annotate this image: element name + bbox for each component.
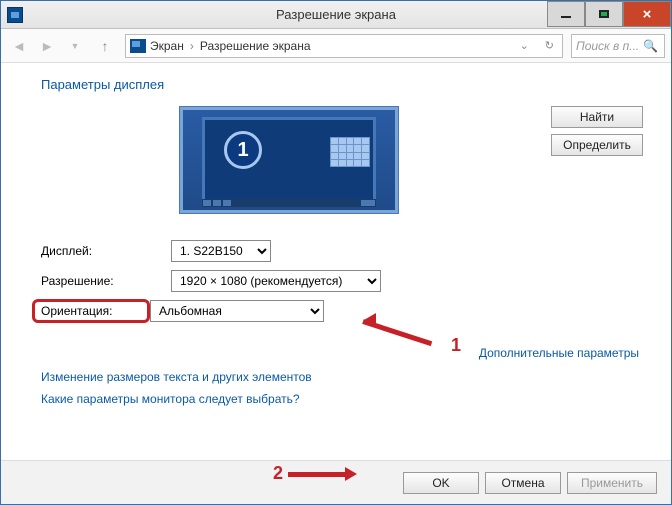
location-icon — [130, 39, 146, 53]
display-label: Дисплей: — [41, 244, 171, 258]
footer: OK Отмена Применить — [1, 460, 671, 504]
window-controls: × — [547, 1, 671, 28]
window-title: Разрешение экрана — [276, 7, 396, 22]
navbar: ◄ ► ▼ ↑ Экран › Разрешение экрана ⌄ ↻ По… — [1, 29, 671, 63]
breadcrumb-item[interactable]: Экран — [150, 39, 184, 53]
up-button[interactable]: ↑ — [93, 34, 117, 58]
address-dropdown-icon[interactable]: ⌄ — [516, 39, 533, 52]
breadcrumb-item[interactable]: Разрешение экрана — [200, 39, 311, 53]
annotation-number-2: 2 — [273, 463, 283, 484]
monitor-preview[interactable]: 1 — [179, 106, 399, 214]
taskbar-preview — [202, 199, 376, 207]
address-bar[interactable]: Экран › Разрешение экрана ⌄ ↻ — [125, 34, 563, 58]
grid-icon — [330, 137, 370, 167]
chevron-right-icon: › — [190, 39, 194, 53]
display-select[interactable]: 1. S22B150 — [171, 240, 271, 262]
window-frame: Разрешение экрана × ◄ ► ▼ ↑ Экран › Разр… — [0, 0, 672, 505]
section-title: Параметры дисплея — [41, 77, 643, 92]
resolution-select[interactable]: 1920 × 1080 (рекомендуется) — [171, 270, 381, 292]
close-button[interactable]: × — [623, 1, 671, 27]
content-area: Параметры дисплея 1 Найти Определить — [1, 63, 671, 460]
titlebar: Разрешение экрана × — [1, 1, 671, 29]
app-icon — [7, 7, 23, 23]
cancel-button[interactable]: Отмена — [485, 472, 561, 494]
search-input[interactable]: Поиск в п... 🔍 — [571, 34, 665, 58]
orientation-select[interactable]: Альбомная — [150, 300, 324, 322]
which-monitor-link[interactable]: Какие параметры монитора следует выбрать… — [41, 392, 643, 406]
annotation-number-1: 1 — [451, 335, 461, 356]
monitor-number-badge: 1 — [224, 131, 262, 169]
orientation-label: Ориентация: — [32, 299, 150, 323]
search-placeholder: Поиск в п... — [576, 39, 639, 53]
forward-button[interactable]: ► — [35, 34, 59, 58]
text-size-link[interactable]: Изменение размеров текста и других элеме… — [41, 370, 643, 384]
maximize-button[interactable] — [585, 1, 623, 27]
history-dropdown[interactable]: ▼ — [63, 34, 87, 58]
back-button[interactable]: ◄ — [7, 34, 31, 58]
apply-button[interactable]: Применить — [567, 472, 657, 494]
minimize-button[interactable] — [547, 1, 585, 27]
identify-button[interactable]: Определить — [551, 134, 643, 156]
search-icon: 🔍 — [643, 39, 658, 53]
refresh-icon[interactable]: ↻ — [541, 39, 558, 52]
resolution-label: Разрешение: — [41, 274, 171, 288]
advanced-link[interactable]: Дополнительные параметры — [479, 346, 639, 360]
ok-button[interactable]: OK — [403, 472, 479, 494]
find-button[interactable]: Найти — [551, 106, 643, 128]
